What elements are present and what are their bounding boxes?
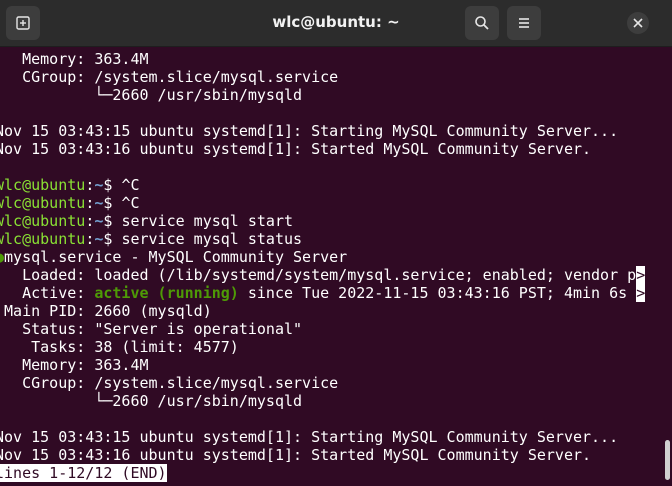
window-title: wlc@ubuntu: ~ [272,13,400,31]
prompt-line: wlc@ubuntu:~$ ^C [0,194,140,212]
menu-button[interactable] [507,6,541,40]
prompt-char: $ [103,230,113,248]
status-loaded: Loaded: loaded (/lib/systemd/system/mysq… [0,266,646,284]
terminal-output[interactable]: Memory: 363.4M CGroup: /system.slice/mys… [0,47,672,486]
log-line: Nov 15 03:43:15 ubuntu systemd[1]: Start… [0,122,619,140]
search-button[interactable] [465,6,499,40]
prompt-line: wlc@ubuntu:~$ service mysql status [0,230,302,248]
prompt-separator: : [85,176,95,194]
status-process-tree: └─2660 /usr/sbin/mysqld [0,392,303,410]
search-icon [475,16,489,30]
title-bar: wlc@ubuntu: ~ [0,0,672,47]
prompt-line: wlc@ubuntu:~$ ^C [0,176,140,194]
status-cgroup: CGroup: /system.slice/mysql.service [0,374,339,392]
prompt-user: wlc@ubuntu [0,194,86,212]
status-cgroup: CGroup: /system.slice/mysql.service [0,68,339,86]
scrollbar[interactable] [665,440,670,480]
prompt-user: wlc@ubuntu [0,230,86,248]
command-text: ^C [121,176,140,194]
active-state: active (running) [94,284,239,302]
prompt-user: wlc@ubuntu [0,176,86,194]
prompt-separator: : [85,230,95,248]
prompt-char: $ [103,212,113,230]
status-memory: Memory: 363.4M [0,50,149,68]
close-button[interactable] [627,12,649,34]
service-name: mysql.service - MySQL Community Server [4,248,348,266]
status-active: Active: active (running) since Tue 2022-… [0,284,646,302]
truncation-marker: > [636,284,646,302]
status-status: Status: "Server is operational" [0,320,303,338]
pager-status: lines 1-12/12 (END) [0,464,167,482]
prompt-line: wlc@ubuntu:~$ service mysql start [0,212,293,230]
log-line: Nov 15 03:43:15 ubuntu systemd[1]: Start… [0,428,619,446]
status-memory: Memory: 363.4M [0,356,149,374]
log-line: Nov 15 03:43:16 ubuntu systemd[1]: Start… [0,140,592,158]
command-text: ^C [121,194,140,212]
status-process-tree: └─2660 /usr/sbin/mysqld [0,86,303,104]
status-tasks: Tasks: 38 (limit: 4577) [0,338,239,356]
command-text: service mysql start [121,212,294,230]
prompt-char: $ [103,176,113,194]
prompt-separator: : [85,194,95,212]
truncation-marker: > [636,266,646,284]
command-text: service mysql status [121,230,303,248]
hamburger-menu-icon [519,18,529,28]
prompt-user: wlc@ubuntu [0,212,86,230]
status-main-pid: Main PID: 2660 (mysqld) [0,302,212,320]
prompt-char: $ [103,194,113,212]
log-line: Nov 15 03:43:16 ubuntu systemd[1]: Start… [0,446,592,464]
prompt-separator: : [85,212,95,230]
close-icon [633,18,643,28]
service-header: ●mysql.service - MySQL Community Server [0,248,347,266]
